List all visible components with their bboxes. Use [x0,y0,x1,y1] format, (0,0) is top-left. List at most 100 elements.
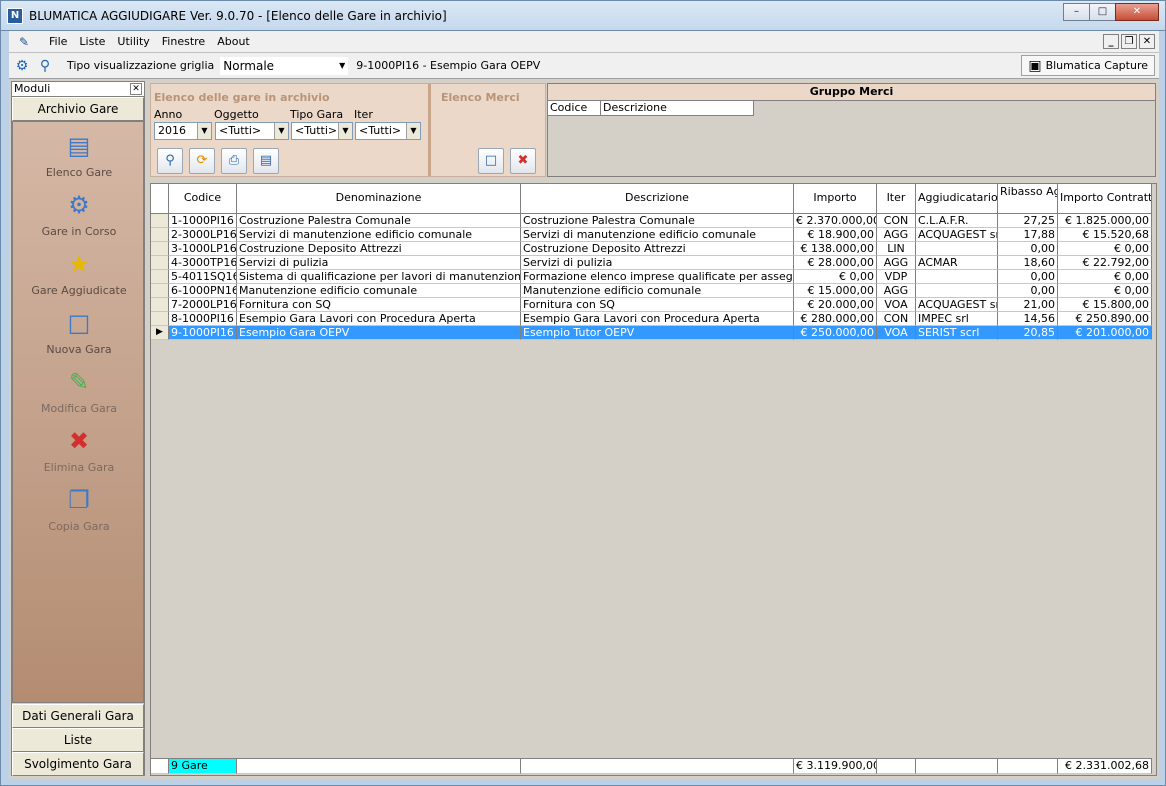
iter-select[interactable]: <Tutti> ▼ [355,122,421,140]
row-indicator[interactable] [151,228,169,242]
table-row[interactable]: 8-1000PI16 Esempio Gara Lavori con Proced… [151,312,1152,326]
cell-codice: 1-1000PI16 [169,214,237,228]
col-denominazione[interactable]: Denominazione [237,184,521,214]
cell-importo: € 250.000,00 [794,326,877,340]
cell-importo-contratto: € 0,00 [1058,284,1152,298]
delete-merce-button[interactable]: ✖ [510,148,536,174]
client-area: ✎ File Liste Utility Finestre About _ ❐ … [9,31,1159,779]
maximize-button[interactable]: □ [1089,3,1116,21]
print-button[interactable]: ⎙ [221,148,247,174]
sidebar-item-gare-aggiudicate[interactable]: ★ Gare Aggiudicate [13,248,145,297]
gare-grid: Codice Denominazione Descrizione Importo… [150,183,1157,776]
row-indicator[interactable] [151,284,169,298]
cell-aggiudicatario [916,270,998,284]
sidebar-tab-liste[interactable]: Liste [12,728,144,752]
menu-file[interactable]: File [43,35,73,48]
close-button[interactable]: ✕ [1115,3,1159,21]
toolbar: ⚙ ⚲ Tipo visualizzazione griglia Normale… [9,53,1159,79]
cell-descrizione: Fornitura con SQ [521,298,794,312]
menu-liste[interactable]: Liste [73,35,111,48]
tipo-gara-select[interactable]: <Tutti> ▼ [291,122,353,140]
cell-denominazione: Servizi di manutenzione edificio comunal… [237,228,521,242]
table-row[interactable]: 2-3000LP16 Servizi di manutenzione edific… [151,228,1152,242]
footer-count: 9 Gare [169,758,237,774]
cell-importo-contratto: € 0,00 [1058,242,1152,256]
star-document-icon: ★ [68,250,90,278]
sidebar-item-copia-gara[interactable]: ❐ Copia Gara [13,484,145,533]
sidebar-tab-archivio-gare[interactable]: Archivio Gare [12,97,144,121]
table-row[interactable]: 1-1000PI16 Costruzione Palestra Comunale C… [151,214,1152,228]
cell-ribasso: 17,88 [998,228,1058,242]
cell-ribasso: 20,85 [998,326,1058,340]
sidebar-item-modifica-gara[interactable]: ✎ Modifica Gara [13,366,145,415]
sidebar-close-icon[interactable]: ✕ [130,83,142,95]
row-indicator[interactable] [151,256,169,270]
sidebar-tab-svolgimento[interactable]: Svolgimento Gara [12,752,144,776]
sidebar-item-elenco-gare[interactable]: ▤ Elenco Gare [13,130,145,179]
table-row[interactable]: 5-4011SQ16 Sistema di qualificazione per … [151,270,1152,284]
row-indicator[interactable] [151,242,169,256]
row-indicator[interactable] [151,312,169,326]
table-row[interactable]: 6-1000PN16 Manutenzione edificio comunale… [151,284,1152,298]
cell-ribasso: 0,00 [998,284,1058,298]
anno-label: Anno [154,108,183,121]
menu-finestre[interactable]: Finestre [156,35,211,48]
table-row[interactable]: 3-1000LP16 Costruzione Deposito Attrezzi C… [151,242,1152,256]
new-merce-button[interactable]: □ [478,148,504,174]
cell-aggiudicatario: IMPEC srl [916,312,998,326]
capture-button[interactable]: ▣ Blumatica Capture [1021,55,1155,76]
col-importo[interactable]: Importo [794,184,877,214]
mdi-close-button[interactable]: ✕ [1139,34,1155,49]
cell-importo: € 28.000,00 [794,256,877,270]
cell-codice: 2-3000LP16 [169,228,237,242]
row-indicator[interactable]: ▶ [151,326,169,340]
cell-iter: LIN [877,242,916,256]
grid-header-row: Codice Denominazione Descrizione Importo… [151,184,1152,214]
gear-icon[interactable]: ⚙ [12,56,32,76]
sidebar-tab-dati-generali[interactable]: Dati Generali Gara [12,704,144,728]
gm-col-descrizione[interactable]: Descrizione [601,101,754,116]
sidebar-item-nuova-gara[interactable]: □ Nuova Gara [13,307,145,356]
cell-importo: € 18.900,00 [794,228,877,242]
tipo-gara-label: Tipo Gara [290,108,344,121]
grid-view-label: Tipo visualizzazione griglia [67,59,215,72]
cell-codice: 8-1000PI16 [169,312,237,326]
menu-utility[interactable]: Utility [111,35,155,48]
sidebar-item-elimina-gara[interactable]: ✖ Elimina Gara [13,425,145,474]
search-button[interactable]: ⚲ [157,148,183,174]
search-icon[interactable]: ⚲ [35,56,55,76]
oggetto-label: Oggetto [214,108,259,121]
refresh-button[interactable]: ⟳ [189,148,215,174]
mdi-restore-button[interactable]: ❐ [1121,34,1137,49]
copy-document-icon: ❐ [68,486,90,514]
minimize-button[interactable]: – [1063,3,1090,21]
row-indicator[interactable] [151,298,169,312]
col-iter[interactable]: Iter [877,184,916,214]
cell-importo: € 138.000,00 [794,242,877,256]
cell-codice: 7-2000LP16 [169,298,237,312]
export-button[interactable]: ▤ [253,148,279,174]
col-descrizione[interactable]: Descrizione [521,184,794,214]
row-indicator[interactable] [151,270,169,284]
menu-about[interactable]: About [211,35,256,48]
gm-col-codice[interactable]: Codice [548,101,601,116]
col-codice[interactable]: Codice [169,184,237,214]
list-icon: ▤ [67,132,91,160]
table-row[interactable]: ▶ 9-1000PI16 Esempio Gara OEPV Esempio Tuto… [151,326,1152,340]
cell-aggiudicatario [916,242,998,256]
table-row[interactable]: 4-3000TP16 Servizi di pulizia Servizi di p… [151,256,1152,270]
col-aggiudicatario[interactable]: Aggiudicatario [916,184,998,214]
oggetto-select[interactable]: <Tutti> ▼ [215,122,289,140]
row-indicator[interactable] [151,214,169,228]
cell-denominazione: Sistema di qualificazione per lavori di … [237,270,521,284]
col-importo-contratto[interactable]: Importo Contratto [1058,184,1152,214]
grid-view-select[interactable]: Normale ▼ [220,56,349,75]
mdi-minimize-button[interactable]: _ [1103,34,1119,49]
anno-select[interactable]: 2016 ▼ [154,122,212,140]
document-icon[interactable]: ✎ [19,35,37,49]
menu-bar: ✎ File Liste Utility Finestre About _ ❐ … [9,31,1159,53]
col-ribasso[interactable]: Ribasso Aggiudicazi [998,184,1058,214]
sidebar-item-gare-in-corso[interactable]: ⚙ Gare in Corso [13,189,145,238]
refresh-icon: ⟳ [196,153,208,168]
table-row[interactable]: 7-2000LP16 Fornitura con SQ Fornitura con … [151,298,1152,312]
